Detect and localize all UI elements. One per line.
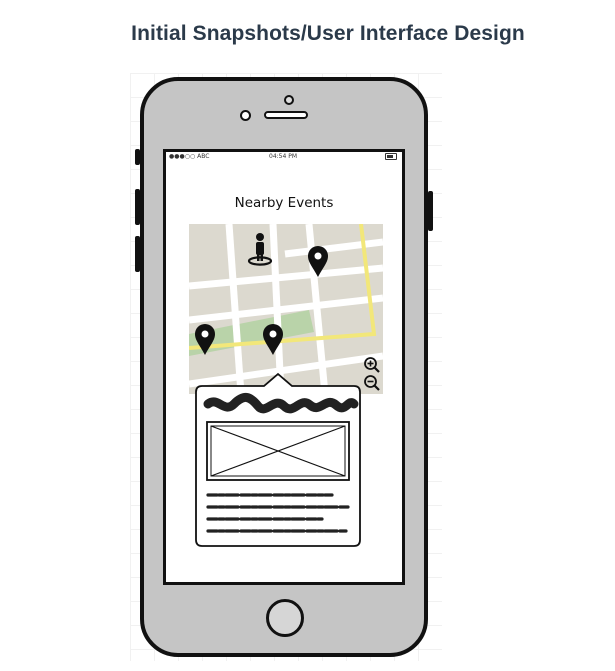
- zoom-out-icon[interactable]: [363, 374, 381, 392]
- camera-dot-icon: [284, 95, 294, 105]
- event-info-popup[interactable]: [194, 372, 362, 548]
- volume-up-button: [135, 149, 140, 165]
- map-pin-icon[interactable]: [194, 324, 216, 356]
- earpiece-speaker: [264, 111, 308, 119]
- slide-title: Initial Snapshots/User Interface Design: [131, 22, 525, 45]
- screen-title: Nearby Events: [234, 195, 334, 211]
- volume-down-button: [135, 189, 140, 225]
- phone-frame: ●●●○○ ABC 04:54 PM Nearby Events: [135, 77, 433, 657]
- phone-screen: ●●●○○ ABC 04:54 PM Nearby Events: [163, 149, 405, 585]
- map-pin-icon[interactable]: [307, 246, 329, 278]
- map-pin-icon[interactable]: [262, 324, 284, 356]
- status-carrier: ●●●○○ ABC: [169, 153, 210, 160]
- power-button: [428, 191, 433, 231]
- image-placeholder-icon: [206, 421, 350, 481]
- person-icon: [247, 233, 273, 266]
- battery-icon: [385, 153, 397, 160]
- map-canvas: [189, 224, 383, 394]
- status-bar: ●●●○○ ABC 04:54 PM: [166, 152, 402, 162]
- front-camera-icon: [240, 110, 251, 121]
- status-time: 04:54 PM: [269, 153, 297, 160]
- mute-switch: [135, 236, 140, 272]
- zoom-in-icon[interactable]: [363, 356, 381, 374]
- home-button[interactable]: [266, 599, 304, 637]
- map-view[interactable]: [189, 224, 383, 394]
